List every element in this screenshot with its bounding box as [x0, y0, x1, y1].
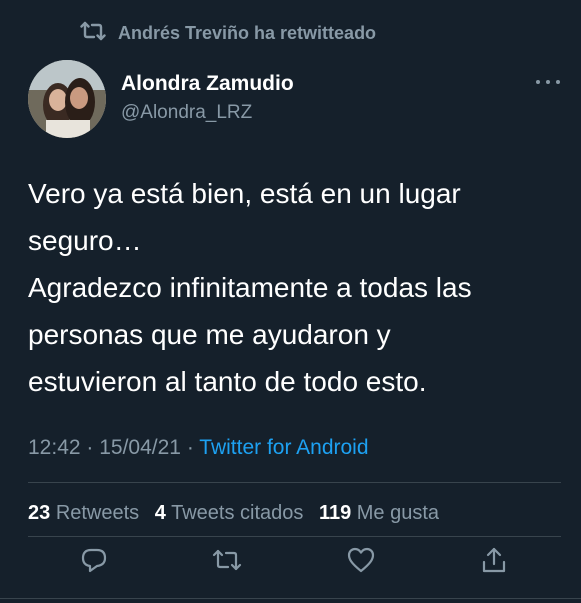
tweet-line: Vero ya está bien, está en un lugar — [28, 178, 461, 209]
likes-label: Me gusta — [356, 502, 440, 524]
avatar[interactable] — [28, 60, 106, 138]
tweet-line: Agradezco infinitamente a todas las — [28, 272, 472, 303]
retweet-context-label: Andrés Treviño ha retwitteado — [118, 23, 377, 43]
retweets-label: Retweets — [55, 502, 140, 524]
quotes-count: 4 — [154, 502, 166, 524]
more-horizontal-icon — [536, 80, 540, 84]
tweet-text: Vero ya está bien, está en un lugar segu… — [28, 170, 558, 405]
divider — [28, 482, 561, 483]
tweet-line: personas que me ayudaron y — [28, 319, 391, 350]
tweet-actions — [80, 546, 508, 579]
tweet-time[interactable]: 12:42 — [28, 436, 81, 459]
bottom-border — [0, 598, 581, 599]
retweet-icon — [212, 547, 242, 578]
author-handle[interactable]: @Alondra_LRZ — [121, 102, 252, 124]
divider — [28, 536, 561, 537]
tweet-stats: 23 Retweets 4 Tweets citados 119 Me gust… — [28, 502, 449, 525]
reply-icon — [80, 546, 108, 579]
heart-icon — [347, 547, 375, 578]
tweet-line: estuvieron al tanto de todo esto. — [28, 366, 427, 397]
retweets-stat[interactable]: 23 Retweets — [28, 502, 145, 524]
tweet-line: seguro… — [28, 225, 142, 256]
likes-count: 119 — [318, 502, 352, 524]
retweets-count: 23 — [28, 502, 51, 524]
quotes-label: Tweets citados — [171, 502, 304, 524]
reply-button[interactable] — [80, 548, 108, 576]
retweet-button[interactable] — [212, 547, 242, 578]
tweet-meta: 12:42 · 15/04/21 · Twitter for Android — [28, 436, 369, 459]
quotes-stat[interactable]: 4 Tweets citados — [155, 502, 309, 524]
tweet-source[interactable]: Twitter for Android — [199, 436, 368, 459]
author-name[interactable]: Alondra Zamudio — [121, 72, 294, 96]
likes-stat[interactable]: 119 Me gusta — [319, 502, 439, 524]
like-button[interactable] — [347, 547, 375, 578]
retweet-context[interactable]: Andrés Treviño ha retwitteado — [80, 20, 376, 47]
more-options-button[interactable] — [536, 72, 560, 92]
share-button[interactable] — [480, 546, 508, 579]
share-icon — [480, 546, 508, 579]
tweet-date[interactable]: 15/04/21 — [99, 436, 181, 459]
retweet-icon — [80, 20, 118, 47]
